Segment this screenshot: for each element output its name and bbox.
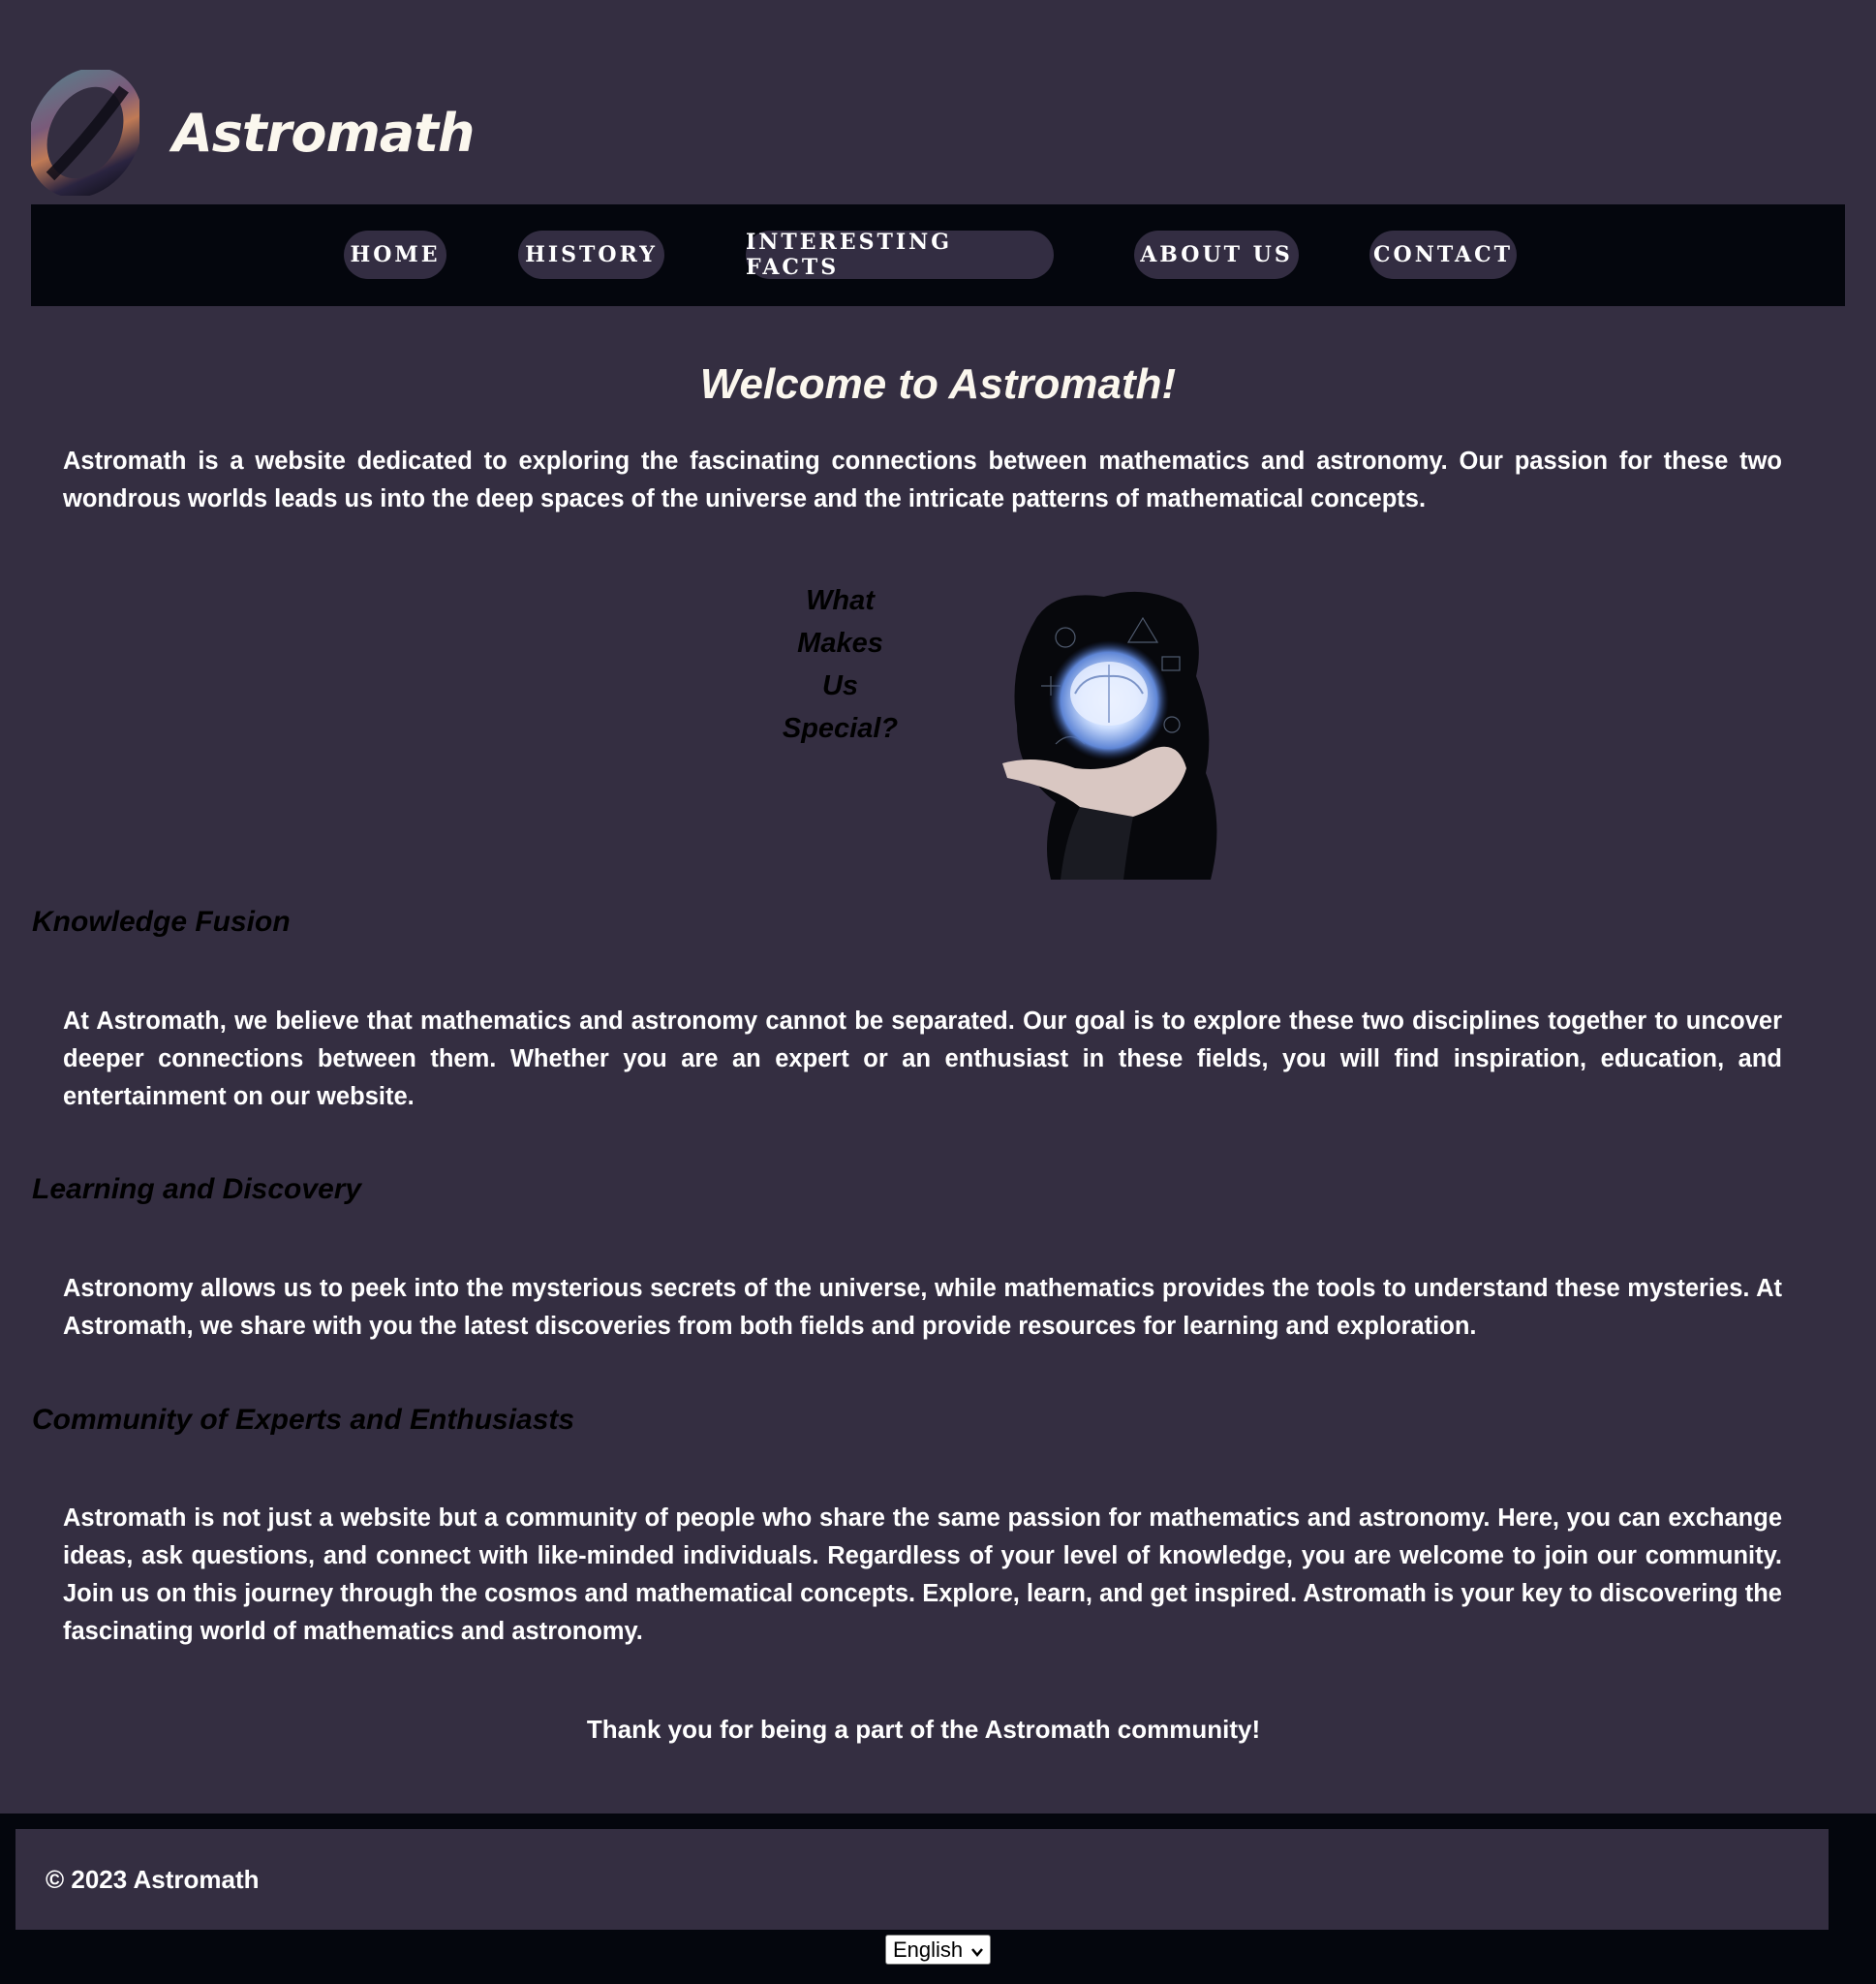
section-heading-learning-discovery: Learning and Discovery [32,1173,362,1205]
special-line: Special? [782,713,899,744]
section-heading-community: Community of Experts and Enthusiasts [32,1404,575,1436]
main-navbar: HOME HISTORY INTERESTING FACTS ABOUT US … [31,204,1845,306]
special-line: What [806,585,875,616]
section-text-learning-discovery: Astronomy allows us to peek into the mys… [63,1275,1782,1340]
footer-box: © 2023 Astromath [15,1829,1829,1930]
copyright-text: © 2023 Astromath [46,1864,260,1894]
nav-home-link[interactable]: HOME [344,231,446,279]
special-line: Us [821,670,859,701]
site-title[interactable]: Astromath [172,103,475,164]
what-makes-us-special-heading: What Makes Us Special? [765,579,915,750]
language-selected-value: English [893,1937,964,1962]
nav-contact-link[interactable]: CONTACT [1369,231,1517,279]
site-header: Astromath [27,67,612,199]
section-heading-knowledge-fusion: Knowledge Fusion [32,906,291,938]
astromath-logo[interactable] [27,67,143,199]
thanks-message: Thank you for being a part of the Astrom… [586,1715,1261,1744]
section-text-community: Astromath is not just a website but a co… [63,1504,1782,1645]
nav-interesting-facts-link[interactable]: INTERESTING FACTS [746,230,1054,280]
nav-about-us-link[interactable]: ABOUT US [1134,231,1299,279]
intro-paragraph: Astromath is a website dedicated to expl… [63,448,1782,512]
page-title: Welcome to Astromath! [699,360,1177,408]
special-line: Makes [797,628,883,659]
language-select[interactable]: English [885,1935,991,1965]
section-text-knowledge-fusion: At Astromath, we believe that mathematic… [63,1008,1782,1110]
nav-history-link[interactable]: HISTORY [518,231,664,279]
chevron-down-icon [970,1941,984,1967]
hand-holding-glowing-brain-image [998,579,1230,880]
